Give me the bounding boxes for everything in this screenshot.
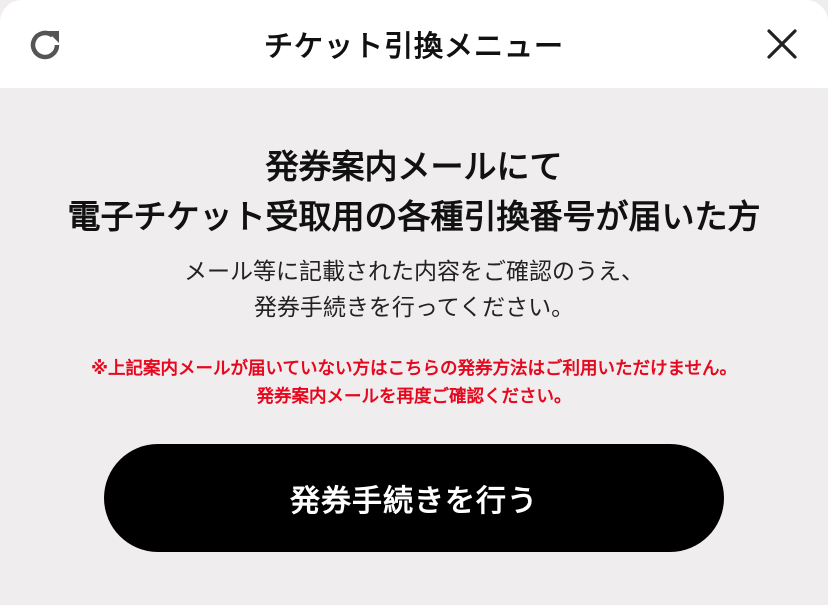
close-button[interactable] xyxy=(762,24,802,64)
reload-button[interactable] xyxy=(22,22,68,68)
instruction-line-2: 発券手続きを行ってください。 xyxy=(253,295,575,321)
close-icon xyxy=(767,29,797,59)
start-ticketing-button[interactable]: 発券手続きを行う xyxy=(104,444,724,552)
header-bar: チケット引換メニュー xyxy=(0,0,828,88)
headline-line-1: 発券案内メールにて xyxy=(265,147,563,186)
instruction-text: メール等に記載された内容をご確認のうえ、 発券手続きを行ってください。 xyxy=(0,254,828,326)
headline: 発券案内メールにて 電子チケット受取用の各種引換番号が届いた方 xyxy=(0,142,828,242)
headline-line-2: 電子チケット受取用の各種引換番号が届いた方 xyxy=(67,197,761,236)
warning-line-2: 発券案内メールを再度ご確認ください。 xyxy=(256,387,572,407)
warning-notice: ※上記案内メールが届いていない方はこちらの発券方法はご利用いただけません。 発券… xyxy=(0,355,828,411)
ticket-exchange-sheet: チケット引換メニュー 発券案内メールにて 電子チケット受取用の各種引換番号が届い… xyxy=(0,0,828,605)
warning-line-1: ※上記案内メールが届いていない方はこちらの発券方法はご利用いただけません。 xyxy=(91,359,737,379)
instruction-line-1: メール等に記載された内容をご確認のうえ、 xyxy=(184,259,644,285)
header-title: チケット引換メニュー xyxy=(263,29,564,63)
reload-icon xyxy=(30,30,60,60)
